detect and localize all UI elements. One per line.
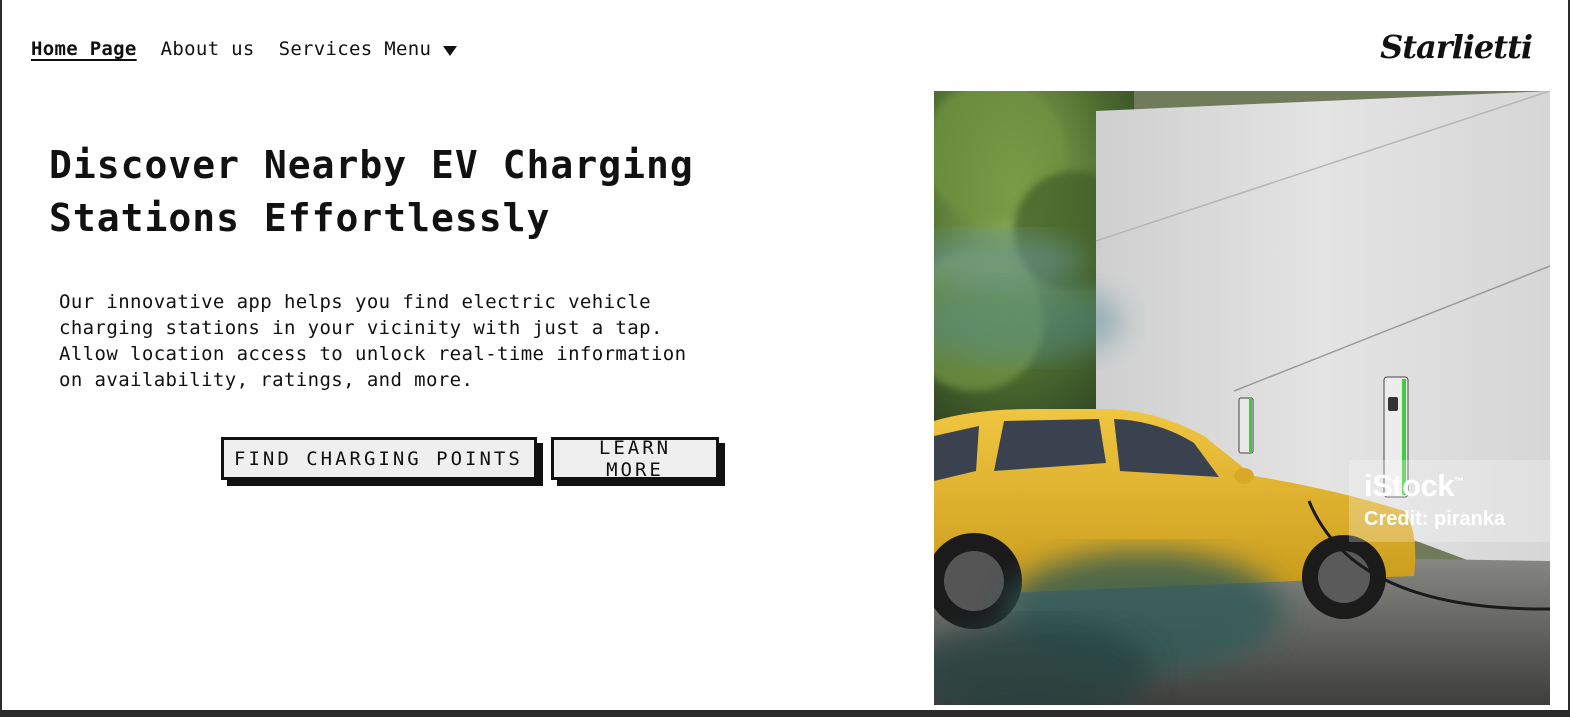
page-frame: Home Page About us Services Menu Starlie…: [2, 0, 1568, 710]
main-nav: Home Page About us Services Menu: [31, 38, 458, 60]
nav-services-label: Services Menu: [278, 38, 432, 60]
hero-image: iStock™ Credit: piranka: [934, 91, 1550, 705]
hero-headline: Discover Nearby EV Charging Stations Eff…: [49, 139, 749, 245]
hero-description-line: on availability, ratings, and more.: [59, 369, 474, 391]
hero-headline-line: Stations Effortlessly: [49, 196, 551, 240]
watermark-brand: iStock™: [1364, 468, 1464, 504]
chevron-down-icon: [443, 45, 458, 56]
hero-description-line: Our innovative app helps you find electr…: [59, 291, 651, 313]
hero-headline-line: Discover Nearby EV Charging: [49, 143, 694, 187]
watermark-tm: ™: [1454, 476, 1464, 488]
learn-more-button[interactable]: LEARN MORE: [551, 437, 719, 481]
nav-about-link[interactable]: About us: [161, 38, 255, 60]
nav-home-link[interactable]: Home Page: [31, 38, 137, 60]
watermark-brand-text: iStock: [1364, 468, 1455, 503]
hero-description-line: charging stations in your vicinity with …: [59, 317, 663, 339]
nav-services-menu[interactable]: Services Menu: [279, 38, 458, 60]
ev-charging-photo: [934, 91, 1550, 705]
hero-description-line: Allow location access to unlock real-tim…: [59, 343, 687, 365]
watermark-credit: Credit: piranka: [1364, 508, 1506, 530]
find-charging-points-button[interactable]: FIND CHARGING POINTS: [221, 437, 537, 480]
stock-watermark: iStock™ Credit: piranka: [1349, 460, 1550, 542]
hero-description: Our innovative app helps you find electr…: [59, 289, 719, 393]
brand-logo[interactable]: Starlietti: [1380, 28, 1533, 66]
hero-actions: FIND CHARGING POINTS LEARN MORE: [221, 437, 719, 481]
